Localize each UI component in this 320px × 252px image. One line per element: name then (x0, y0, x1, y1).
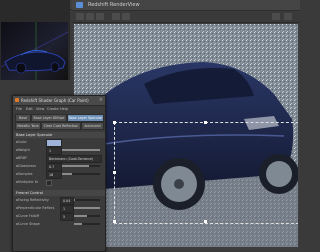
glossiness-slider[interactable] (62, 165, 100, 167)
slider-fill (74, 215, 87, 217)
param-row-perpendicular: Perpendicular Reflect. 1 (16, 205, 104, 213)
perpendicular-slider[interactable] (74, 207, 100, 209)
crop-handle-icon[interactable] (113, 220, 116, 223)
panel-title: Redshift Shader Graph (Car Paint) (21, 98, 89, 103)
multiplier-checkbox[interactable] (46, 180, 52, 186)
weight-field[interactable]: 1 (46, 147, 62, 155)
brdf-dropdown[interactable]: Beckmann (Cook-Torrance) (46, 155, 102, 163)
tab-base-layer-diffuse[interactable]: Base Layer Diffuse (31, 114, 67, 122)
tab-base[interactable]: Base (15, 114, 31, 122)
toolbar-button[interactable] (112, 13, 120, 20)
section-header-specular[interactable]: Base Layer Specular (14, 132, 105, 138)
render-icon (76, 2, 83, 8)
curve-falloff-slider[interactable] (74, 215, 100, 217)
param-row-brdf: BRDF Beckmann (Cook-Torrance) (16, 155, 104, 163)
slider-fill (74, 199, 76, 201)
tab-metallic-tone[interactable]: Metallic Tone (15, 122, 41, 130)
param-label: Color (18, 140, 27, 144)
tab-base-layer-specular[interactable]: Base Layer Specular (67, 114, 104, 122)
render-view-title: Redshift RenderView (88, 2, 140, 8)
param-label: Samples (18, 172, 33, 176)
tab-advanced[interactable]: Advanced (81, 122, 104, 130)
toolbar-button[interactable] (284, 13, 292, 20)
window-icon (15, 98, 19, 102)
menu-help[interactable]: Help (60, 107, 68, 111)
param-row-color: Color (16, 139, 104, 147)
color-swatch[interactable] (46, 139, 62, 147)
curve-falloff-field[interactable]: 5 (60, 213, 74, 221)
param-row-samples: Samples 16 (16, 171, 104, 179)
param-row-weight: Weight 1 (16, 147, 104, 155)
menu-view[interactable]: View (36, 107, 44, 111)
render-image[interactable] (74, 24, 298, 247)
tab-clear-coat-reflection[interactable]: Clear Coat Reflection (41, 122, 81, 130)
attribute-tabs: Base Base Layer Diffuse Base Layer Specu… (15, 114, 104, 130)
background-viewport-window (0, 0, 70, 80)
close-icon[interactable]: × (99, 97, 103, 103)
param-label: Multiplier Kr (18, 180, 39, 184)
panel-menu-bar: File Edit View Create Help (13, 106, 105, 113)
crop-handle-icon[interactable] (113, 171, 116, 174)
panel-titlebar[interactable]: Redshift Shader Graph (Car Paint) × (13, 96, 105, 106)
toolbar-button[interactable] (76, 13, 84, 20)
slider-fill (62, 149, 100, 151)
render-view-titlebar[interactable]: Redshift RenderView (72, 0, 300, 11)
render-view-window: Redshift RenderView (72, 0, 300, 250)
menu-create[interactable]: Create (47, 107, 59, 111)
param-row-curve-falloff: Curve Falloff 5 (16, 213, 104, 221)
weight-slider[interactable] (62, 149, 100, 151)
toolbar-button[interactable] (86, 13, 94, 20)
menu-edit[interactable]: Edit (26, 107, 33, 111)
samples-slider[interactable] (62, 173, 100, 175)
facing-field[interactable]: 0.04 (60, 197, 74, 205)
toolbar-button[interactable] (272, 13, 280, 20)
render-toolbar (72, 11, 300, 23)
facing-slider[interactable] (74, 199, 100, 201)
curve-shape-slider[interactable] (74, 223, 100, 225)
menu-file[interactable]: File (16, 107, 22, 111)
param-row-facing: Facing Reflectivity 0.04 (16, 197, 104, 205)
section-header-fresnel[interactable]: Fresnel Control (14, 190, 105, 196)
samples-field[interactable]: 16 (46, 171, 62, 179)
toolbar-button[interactable] (96, 13, 104, 20)
crop-handle-icon[interactable] (204, 220, 207, 223)
param-label: BRDF (18, 156, 28, 160)
slider-fill (74, 223, 82, 225)
param-row-multiplier: Multiplier Kr (16, 179, 104, 186)
slider-fill (62, 165, 89, 167)
param-label: Curve Falloff (18, 214, 40, 218)
region-render-frame[interactable] (114, 122, 298, 224)
shader-graph-panel: Redshift Shader Graph (Car Paint) × File… (12, 95, 106, 252)
param-label: Perpendicular Reflect. (18, 206, 56, 210)
param-label: Facing Reflectivity (18, 198, 49, 202)
glossiness-field[interactable]: 0.7 (46, 163, 62, 171)
perpendicular-field[interactable]: 1 (60, 205, 74, 213)
slider-fill (74, 207, 100, 209)
toolbar-button[interactable] (122, 13, 130, 20)
param-label: Weight (18, 148, 30, 152)
crop-handle-icon[interactable] (204, 121, 207, 124)
viewport-preview[interactable] (1, 22, 68, 80)
param-row-curve-shape: Curve Shape (16, 221, 104, 228)
param-label: Glossiness (18, 164, 36, 168)
crop-handle-icon[interactable] (113, 121, 116, 124)
param-row-glossiness: Glossiness 0.7 (16, 163, 104, 171)
slider-fill (62, 173, 72, 175)
param-label: Curve Shape (18, 222, 40, 226)
